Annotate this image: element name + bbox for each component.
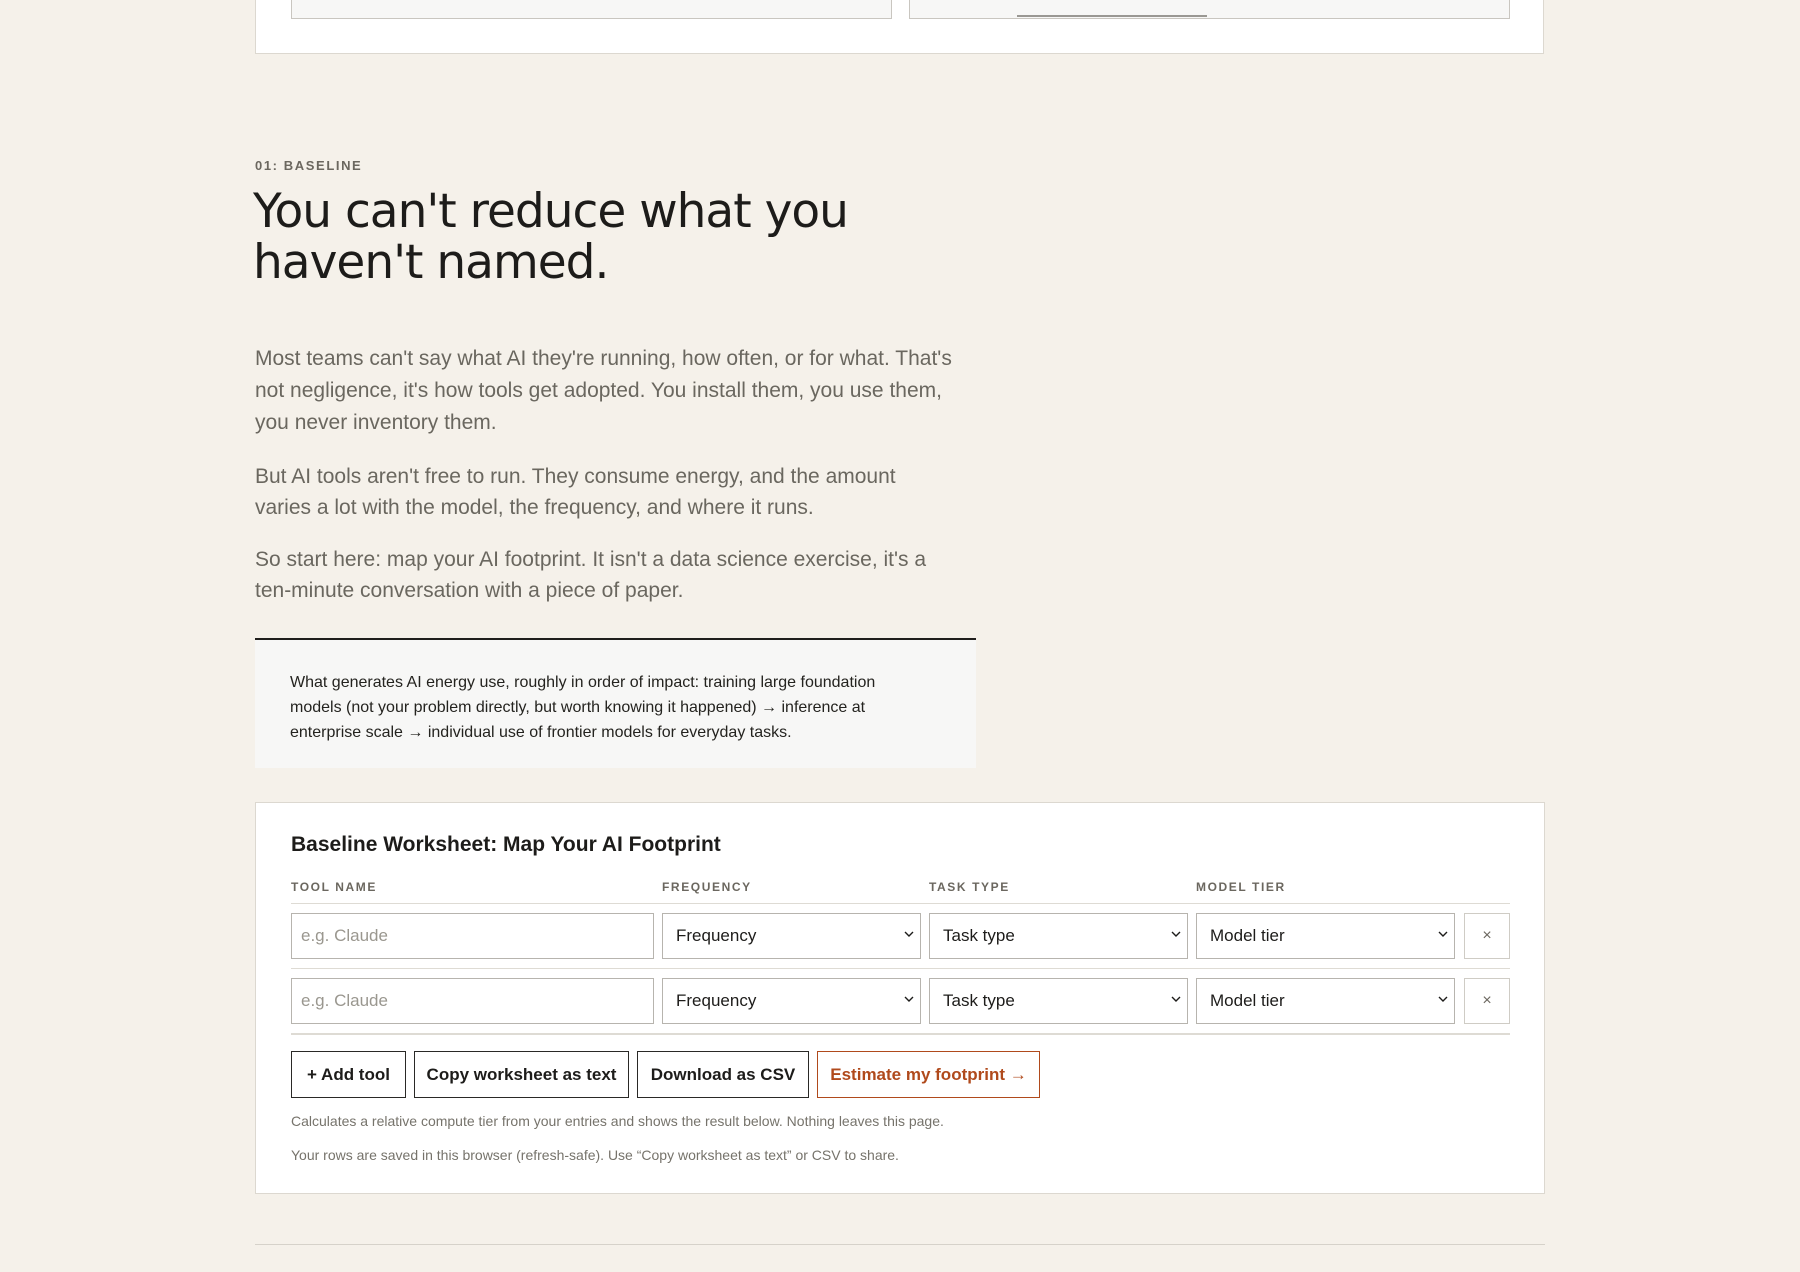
model-tier-select[interactable]: Model tier: [1196, 978, 1455, 1024]
estimate-footprint-button[interactable]: Estimate my footprint →: [817, 1051, 1040, 1098]
row-divider: [291, 1033, 1510, 1035]
intro-paragraph: So start here: map your AI footprint. It…: [255, 548, 927, 602]
frequency-select-value: Frequency: [676, 926, 757, 945]
frequency-select[interactable]: Frequency: [662, 913, 921, 959]
remove-row-button[interactable]: ×: [1464, 978, 1510, 1024]
previous-card: [255, 0, 1544, 54]
storage-note: Your rows are saved in this browser (ref…: [291, 1147, 899, 1163]
column-header-frequency: FREQUENCY: [662, 880, 752, 894]
remove-row-button[interactable]: ×: [1464, 913, 1510, 959]
section-headline: You can't reduce what you haven't named.: [253, 186, 953, 288]
column-header-tool-name: TOOL NAME: [291, 880, 377, 894]
column-header-task-type: TASK TYPE: [929, 880, 1010, 894]
intro-paragraph: Most teams can't say what AI they're run…: [255, 347, 952, 434]
headline-line: You can't reduce what you: [253, 184, 849, 239]
headline-line: haven't named.: [253, 235, 609, 290]
chevron-down-icon: [1438, 931, 1448, 937]
task-type-select-value: Task type: [943, 991, 1015, 1010]
calculation-note: Calculates a relative compute tier from …: [291, 1113, 944, 1129]
frequency-select-value: Frequency: [676, 991, 757, 1010]
chevron-down-icon: [1171, 996, 1181, 1002]
task-type-select-value: Task type: [943, 926, 1015, 945]
section-eyebrow: 01: BASELINE: [255, 158, 363, 173]
tool-name-placeholder: e.g. Claude: [301, 991, 388, 1010]
chevron-down-icon: [1171, 931, 1181, 937]
callout-text: What generates AI energy use, roughly in…: [290, 674, 876, 741]
chevron-down-icon: [904, 996, 914, 1002]
worksheet-title: Baseline Worksheet: Map Your AI Footprin…: [291, 833, 721, 856]
section-divider: [255, 1244, 1545, 1245]
model-tier-select[interactable]: Model tier: [1196, 913, 1455, 959]
close-icon: ×: [1482, 992, 1492, 1009]
chevron-down-icon: [904, 931, 914, 937]
frequency-select[interactable]: Frequency: [662, 978, 921, 1024]
previous-card-panel: [909, 0, 1510, 19]
tool-name-input[interactable]: e.g. Claude: [291, 978, 654, 1024]
chevron-down-icon: [1438, 996, 1448, 1002]
previous-card-bar: [1017, 15, 1207, 17]
row-divider: [291, 968, 1510, 969]
task-type-select[interactable]: Task type: [929, 913, 1188, 959]
task-type-select[interactable]: Task type: [929, 978, 1188, 1024]
tool-name-input[interactable]: e.g. Claude: [291, 913, 654, 959]
column-header-model-tier: MODEL TIER: [1196, 880, 1286, 894]
previous-card-panel: [291, 0, 892, 19]
model-tier-select-value: Model tier: [1210, 926, 1285, 945]
page: 01: BASELINE You can't reduce what you h…: [0, 0, 1800, 1272]
energy-callout: What generates AI energy use, roughly in…: [255, 638, 976, 768]
intro-paragraph: But AI tools aren't free to run. They co…: [255, 465, 896, 519]
copy-worksheet-button[interactable]: Copy worksheet as text: [414, 1051, 629, 1098]
download-csv-button[interactable]: Download as CSV: [637, 1051, 809, 1098]
model-tier-select-value: Model tier: [1210, 991, 1285, 1010]
baseline-worksheet: Baseline Worksheet: Map Your AI Footprin…: [255, 802, 1545, 1194]
header-divider: [291, 903, 1510, 904]
tool-name-placeholder: e.g. Claude: [301, 926, 388, 945]
close-icon: ×: [1482, 927, 1492, 944]
add-tool-button[interactable]: + Add tool: [291, 1051, 406, 1098]
